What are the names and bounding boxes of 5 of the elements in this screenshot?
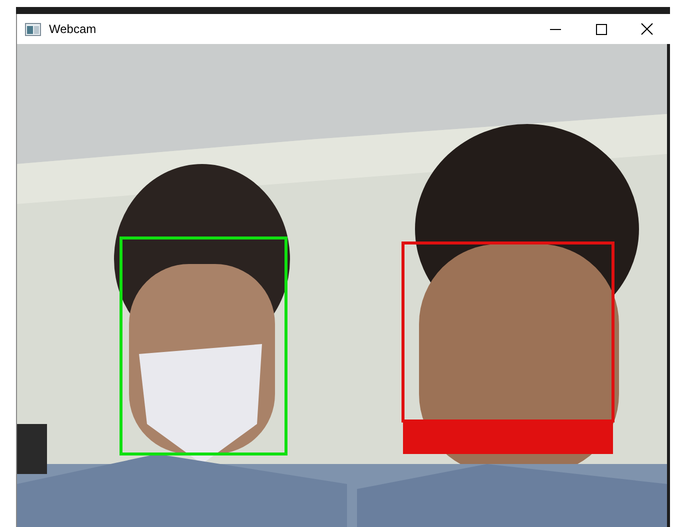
window-icon [25,22,41,36]
window-title: Webcam [49,21,96,38]
minimize-icon [550,28,560,30]
close-icon [641,23,653,35]
maximize-icon [596,24,606,34]
